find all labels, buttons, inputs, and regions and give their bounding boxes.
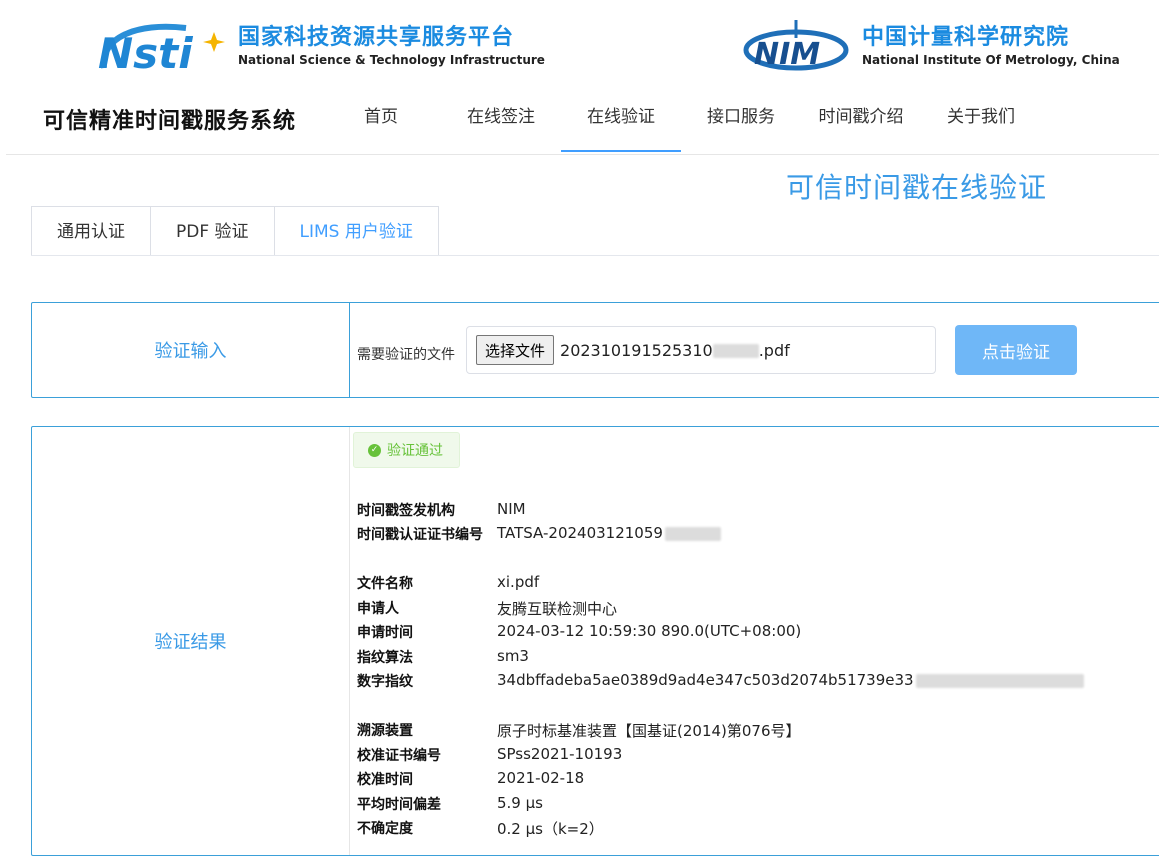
field-value: xi.pdf <box>497 573 540 591</box>
field-apply-time: 申请时间 2024-03-12 10:59:30 890.0(UTC+08:00… <box>357 622 801 646</box>
field-key: 文件名称 <box>357 576 413 592</box>
field-value: 友腾互联检测中心 <box>497 600 618 618</box>
selected-file-name: 202310191525310 .pdf <box>560 341 790 360</box>
field-applicant: 申请人 友腾互联检测中心 <box>357 598 617 622</box>
nim-logo[interactable]: NIM 中国计量科学研究院 National Institute Of Metr… <box>742 18 1120 74</box>
field-source: 溯源装置 原子时标基准装置【国基证(2014)第076号】 <box>357 720 801 744</box>
status-badge: ✓ 验证通过 <box>353 432 460 468</box>
check-circle-icon: ✓ <box>368 443 381 457</box>
status-text: 验证通过 <box>387 443 443 459</box>
tab-general-auth[interactable]: 通用认证 <box>31 206 150 256</box>
page-title: 可信时间戳在线验证 <box>786 171 1048 204</box>
verify-tabs: 通用认证 PDF 验证 LIMS 用户验证 <box>31 206 439 256</box>
nim-en-name: National Institute Of Metrology, China <box>862 53 1120 67</box>
choose-file-button[interactable]: 选择文件 <box>476 335 555 365</box>
system-brand[interactable]: 可信精准时间戳服务系统 <box>43 103 296 135</box>
verify-result-panel: 验证结果 ✓ 验证通过 时间戳签发机构 NIM 时间戳认证证书编号 TATSA-… <box>31 426 1159 856</box>
main-nav: 首页 在线签注 在线验证 接口服务 时间戳介绍 关于我们 <box>321 86 1041 152</box>
field-issuer: 时间戳签发机构 NIM <box>357 500 526 524</box>
nav-online-verify[interactable]: 在线验证 <box>561 86 681 152</box>
field-calib-time: 校准时间 2021-02-18 <box>357 769 584 793</box>
field-value: 34dbffadeba5ae0389d9ad4e347c503d2074b517… <box>497 671 1084 695</box>
field-value: 2024-03-12 10:59:30 890.0(UTC+08:00) <box>497 622 802 640</box>
nav-divider <box>6 154 1159 155</box>
nsti-en-name: National Science & Technology Infrastruc… <box>238 53 545 67</box>
file-field-label: 需要验证的文件 <box>357 347 455 363</box>
field-key: 指纹算法 <box>357 650 413 666</box>
field-avg-offset: 平均时间偏差 5.9 μs <box>357 794 543 818</box>
redacted-mark <box>712 344 759 358</box>
field-value: SPss2021-10193 <box>497 745 623 763</box>
field-value: 原子时标基准装置【国基证(2014)第076号】 <box>497 722 801 740</box>
field-key: 数字指纹 <box>357 674 413 690</box>
field-key: 申请人 <box>357 601 399 617</box>
digest-text: 34dbffadeba5ae0389d9ad4e347c503d2074b517… <box>497 671 914 689</box>
nsti-logo[interactable]: Nsti 国家科技资源共享服务平台 National Science & Tec… <box>96 18 545 78</box>
field-key: 溯源装置 <box>357 723 413 739</box>
nav-api-service[interactable]: 接口服务 <box>681 86 801 152</box>
verify-input-panel: 验证输入 需要验证的文件 选择文件 202310191525310 .pdf 点击… <box>31 302 1159 398</box>
tab-lims-verify[interactable]: LIMS 用户验证 <box>273 206 439 256</box>
field-uncertainty: 不确定度 0.2 μs（k=2） <box>357 818 604 842</box>
nsti-cn-name: 国家科技资源共享服务平台 <box>238 25 515 50</box>
field-key: 校准证书编号 <box>357 748 441 764</box>
tab-pdf-verify[interactable]: PDF 验证 <box>150 206 274 256</box>
nav-online-sign[interactable]: 在线签注 <box>441 86 561 152</box>
file-input[interactable]: 选择文件 202310191525310 .pdf <box>466 326 936 374</box>
field-algorithm: 指纹算法 sm3 <box>357 647 529 671</box>
verify-button[interactable]: 点击验证 <box>955 325 1077 375</box>
tabs-divider <box>31 255 1159 256</box>
svg-text:NIM: NIM <box>754 37 820 72</box>
field-key: 平均时间偏差 <box>357 797 441 813</box>
cert-no-text: TATSA-202403121059 <box>497 524 663 542</box>
file-name-suffix: .pdf <box>758 340 790 360</box>
verify-input-label: 验证输入 <box>32 303 350 397</box>
field-cert-no: 时间戳认证证书编号 TATSA-202403121059 <box>357 524 721 548</box>
nav-timestamp-intro[interactable]: 时间戳介绍 <box>801 86 921 152</box>
redacted-mark <box>664 526 721 541</box>
nav-home[interactable]: 首页 <box>321 86 441 152</box>
field-calib-no: 校准证书编号 SPss2021-10193 <box>357 745 622 769</box>
field-value: TATSA-202403121059 <box>497 524 721 548</box>
redacted-mark <box>915 673 1084 688</box>
field-key: 校准时间 <box>357 772 413 788</box>
nsti-logo-mark: Nsti <box>96 18 230 78</box>
nim-cn-name: 中国计量科学研究院 <box>862 25 1070 50</box>
field-value: 0.2 μs（k=2） <box>497 820 604 838</box>
field-key: 时间戳签发机构 <box>357 503 455 519</box>
field-value: sm3 <box>497 647 529 665</box>
field-key: 时间戳认证证书编号 <box>357 527 483 543</box>
field-file-name: 文件名称 xi.pdf <box>357 573 539 597</box>
svg-text:Nsti: Nsti <box>98 29 193 74</box>
field-value: NIM <box>497 500 526 518</box>
field-value: 2021-02-18 <box>497 769 585 787</box>
file-name-prefix: 202310191525310 <box>560 340 713 360</box>
field-value: 5.9 μs <box>497 794 543 812</box>
verify-result-label: 验证结果 <box>32 427 350 855</box>
nim-logo-mark: NIM <box>742 18 854 74</box>
field-key: 申请时间 <box>357 625 413 641</box>
nav-about-us[interactable]: 关于我们 <box>921 86 1041 152</box>
field-digest: 数字指纹 34dbffadeba5ae0389d9ad4e347c503d207… <box>357 671 1084 695</box>
field-key: 不确定度 <box>357 821 413 837</box>
